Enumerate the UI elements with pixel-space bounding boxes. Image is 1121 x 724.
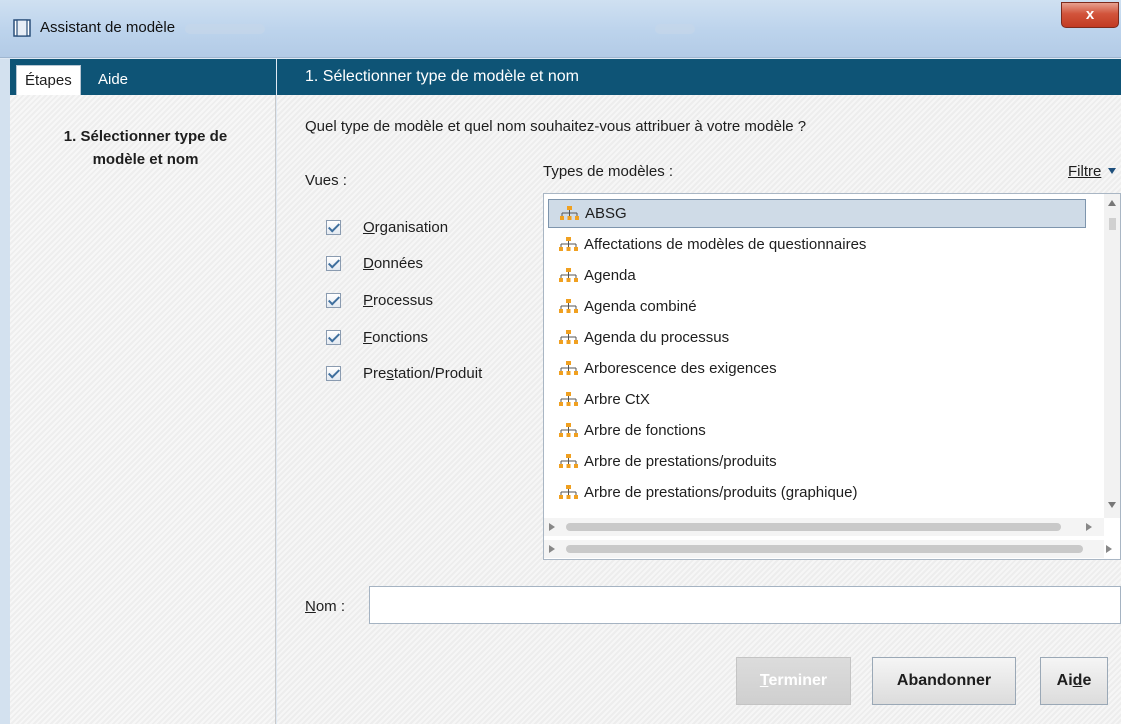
list-item-label: ABSG bbox=[585, 205, 627, 222]
list-item-label: Affectations de modèles de questionnaire… bbox=[584, 236, 867, 253]
check-icon[interactable] bbox=[326, 255, 341, 271]
list-item[interactable]: Affectations de modèles de questionnaire… bbox=[548, 230, 1086, 259]
hierarchy-icon bbox=[559, 484, 578, 499]
scroll-thumb[interactable] bbox=[1109, 218, 1116, 230]
list-item-label: Agenda bbox=[584, 267, 636, 284]
check-icon[interactable] bbox=[326, 292, 341, 308]
checkbox-donnees[interactable]: Données bbox=[326, 251, 423, 275]
checkbox-organisation[interactable]: Organisation bbox=[326, 215, 448, 239]
checkbox-label: Organisation bbox=[363, 218, 449, 236]
list-item-label: Arbre CtX bbox=[584, 391, 650, 408]
hierarchy-icon bbox=[559, 391, 578, 406]
dropdown-arrow-icon[interactable] bbox=[1108, 168, 1116, 174]
scroll-left-icon[interactable] bbox=[549, 523, 555, 531]
hierarchy-icon bbox=[559, 267, 578, 282]
hierarchy-icon bbox=[559, 360, 578, 375]
scroll-thumb[interactable] bbox=[566, 523, 1061, 531]
list-item[interactable]: Arbre de prestations/produits bbox=[548, 447, 1086, 476]
window-titlebar: Assistant de modèle x bbox=[0, 0, 1121, 58]
tab-steps[interactable]: Étapes bbox=[16, 65, 81, 95]
vertical-scrollbar[interactable] bbox=[1104, 194, 1120, 518]
views-label: Vues : bbox=[305, 172, 347, 189]
page-title: 1. Sélectionner type de modèle et nom bbox=[277, 59, 1121, 95]
name-input[interactable] bbox=[369, 586, 1121, 624]
finish-button[interactable]: Terminer bbox=[736, 657, 851, 705]
list-item[interactable]: Arborescence des exigences bbox=[548, 354, 1086, 383]
list-item[interactable]: Arbre CtX bbox=[548, 385, 1086, 414]
checkbox-fonctions[interactable]: Fonctions bbox=[326, 325, 428, 349]
list-item-label: Agenda du processus bbox=[584, 329, 730, 346]
list-item-label: Arbre de prestations/produits (graphique… bbox=[584, 484, 858, 501]
list-item[interactable]: Arbre de prestations/produits (graphique… bbox=[548, 478, 1086, 507]
steps-panel: Étapes Aide 1. Sélectionner type de modè… bbox=[10, 59, 276, 724]
scroll-right-icon[interactable] bbox=[1106, 545, 1112, 553]
list-item[interactable]: Arbre de fonctions bbox=[548, 416, 1086, 445]
list-item[interactable]: Agenda combiné bbox=[548, 292, 1086, 321]
scroll-down-icon[interactable] bbox=[1108, 502, 1116, 508]
list-item-label: Arbre de prestations/produits bbox=[584, 453, 777, 470]
hierarchy-icon bbox=[559, 453, 578, 468]
checkbox-label: Prestation/Produit bbox=[363, 364, 483, 382]
checkbox-prestation-produit[interactable]: Prestation/Produit bbox=[326, 361, 482, 385]
tab-help[interactable]: Aide bbox=[90, 65, 136, 95]
list-item-label: Arborescence des exigences bbox=[584, 360, 777, 377]
help-button[interactable]: Aide bbox=[1040, 657, 1108, 705]
hierarchy-icon bbox=[559, 422, 578, 437]
filter-link[interactable]: Filtre bbox=[1068, 163, 1101, 180]
model-types-list[interactable]: ABSG Affectations de modèles de questionn… bbox=[543, 193, 1121, 560]
close-window-button[interactable]: x bbox=[1061, 2, 1119, 28]
model-types-label: Types de modèles : bbox=[543, 163, 674, 180]
current-step-label[interactable]: 1. Sélectionner type de modèle et nom bbox=[38, 125, 253, 171]
question-text: Quel type de modèle et quel nom souhaite… bbox=[305, 118, 807, 135]
window-app-icon bbox=[13, 19, 31, 37]
list-item-label: Agenda combiné bbox=[584, 298, 697, 315]
list-item[interactable]: ABSG bbox=[548, 199, 1086, 228]
scroll-left-icon[interactable] bbox=[549, 545, 555, 553]
check-icon[interactable] bbox=[326, 365, 341, 381]
check-icon[interactable] bbox=[326, 329, 341, 345]
scroll-thumb[interactable] bbox=[566, 545, 1083, 553]
window-title: Assistant de modèle bbox=[40, 19, 176, 36]
check-icon[interactable] bbox=[326, 219, 341, 235]
hierarchy-icon bbox=[559, 329, 578, 344]
hierarchy-icon bbox=[559, 236, 578, 251]
list-item-label: Arbre de fonctions bbox=[584, 422, 706, 439]
cancel-button[interactable]: Abandonner bbox=[872, 657, 1016, 705]
checkbox-label: Fonctions bbox=[363, 328, 429, 346]
checkbox-label: Processus bbox=[363, 291, 434, 309]
horizontal-scrollbar[interactable] bbox=[544, 540, 1112, 558]
list-item[interactable]: Agenda bbox=[548, 261, 1086, 290]
hierarchy-icon bbox=[559, 298, 578, 313]
left-tabbar: Étapes Aide bbox=[10, 59, 276, 95]
close-icon: x bbox=[1085, 6, 1095, 23]
name-label: Nom : bbox=[305, 598, 346, 615]
scroll-up-icon[interactable] bbox=[1108, 200, 1116, 206]
checkbox-label: Données bbox=[363, 254, 424, 272]
hierarchy-icon bbox=[560, 205, 579, 220]
horizontal-scrollbar[interactable] bbox=[544, 518, 1104, 536]
scroll-right-icon[interactable] bbox=[1086, 523, 1092, 531]
checkbox-processus[interactable]: Processus bbox=[326, 288, 433, 312]
list-item[interactable]: Agenda du processus bbox=[548, 323, 1086, 352]
